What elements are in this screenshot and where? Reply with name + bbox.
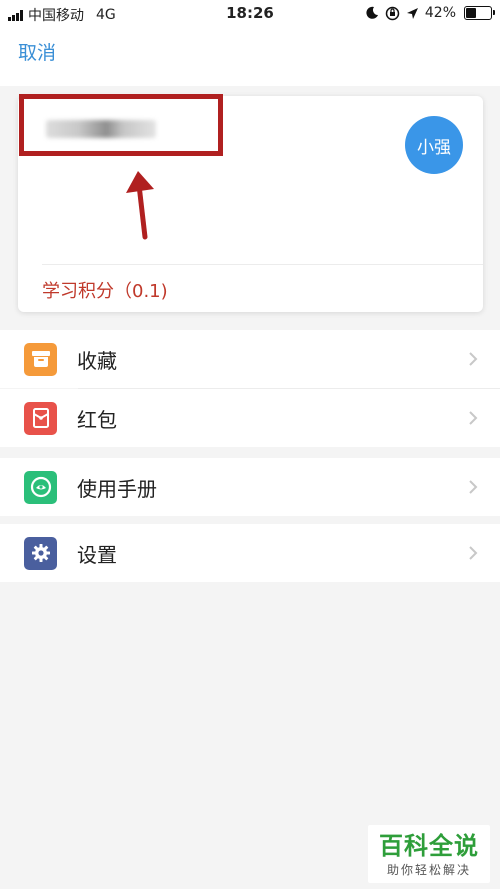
location-icon: [406, 7, 418, 19]
menu-label: 红包: [77, 407, 117, 432]
avatar[interactable]: 小强: [405, 116, 463, 174]
manual-icon: [24, 470, 57, 504]
chevron-right-icon: [469, 411, 478, 425]
menu-label: 设置: [77, 542, 117, 567]
profile-card[interactable]: 小强 学习积分（0.1): [18, 94, 483, 312]
moon-icon: [366, 6, 378, 19]
watermark-title: 百科全说: [379, 832, 479, 860]
menu-item-settings[interactable]: 设置: [0, 524, 500, 582]
chevron-right-icon: [469, 546, 478, 560]
menu-label: 收藏: [77, 348, 117, 373]
battery-icon: [464, 6, 495, 20]
watermark-logo: 百科全说 助你轻松解决: [368, 825, 490, 883]
cancel-button[interactable]: 取消: [18, 38, 56, 65]
top-bar: 取消: [0, 28, 500, 86]
annotation-arrow-icon: [126, 171, 154, 240]
menu-item-red-envelope[interactable]: 红包: [0, 389, 500, 447]
chevron-right-icon: [469, 352, 478, 366]
archive-icon: [24, 342, 57, 376]
gear-icon: [24, 536, 57, 570]
chevron-right-icon: [469, 480, 478, 494]
status-right: 42%: [365, 5, 495, 21]
menu-label: 使用手册: [77, 476, 157, 501]
menu-item-favorites[interactable]: 收藏: [0, 330, 500, 388]
status-bar: 中国移动 4G 18:26 42%: [0, 0, 500, 28]
card-divider: [42, 264, 483, 265]
red-envelope-icon: [24, 401, 57, 435]
study-points[interactable]: 学习积分（0.1): [42, 277, 168, 303]
rotation-lock-icon: [385, 6, 400, 20]
highlight-box: [19, 94, 223, 156]
menu-item-manual[interactable]: 使用手册: [0, 458, 500, 516]
battery-percent: 42%: [424, 5, 456, 21]
watermark-subtitle: 助你轻松解决: [386, 863, 471, 877]
